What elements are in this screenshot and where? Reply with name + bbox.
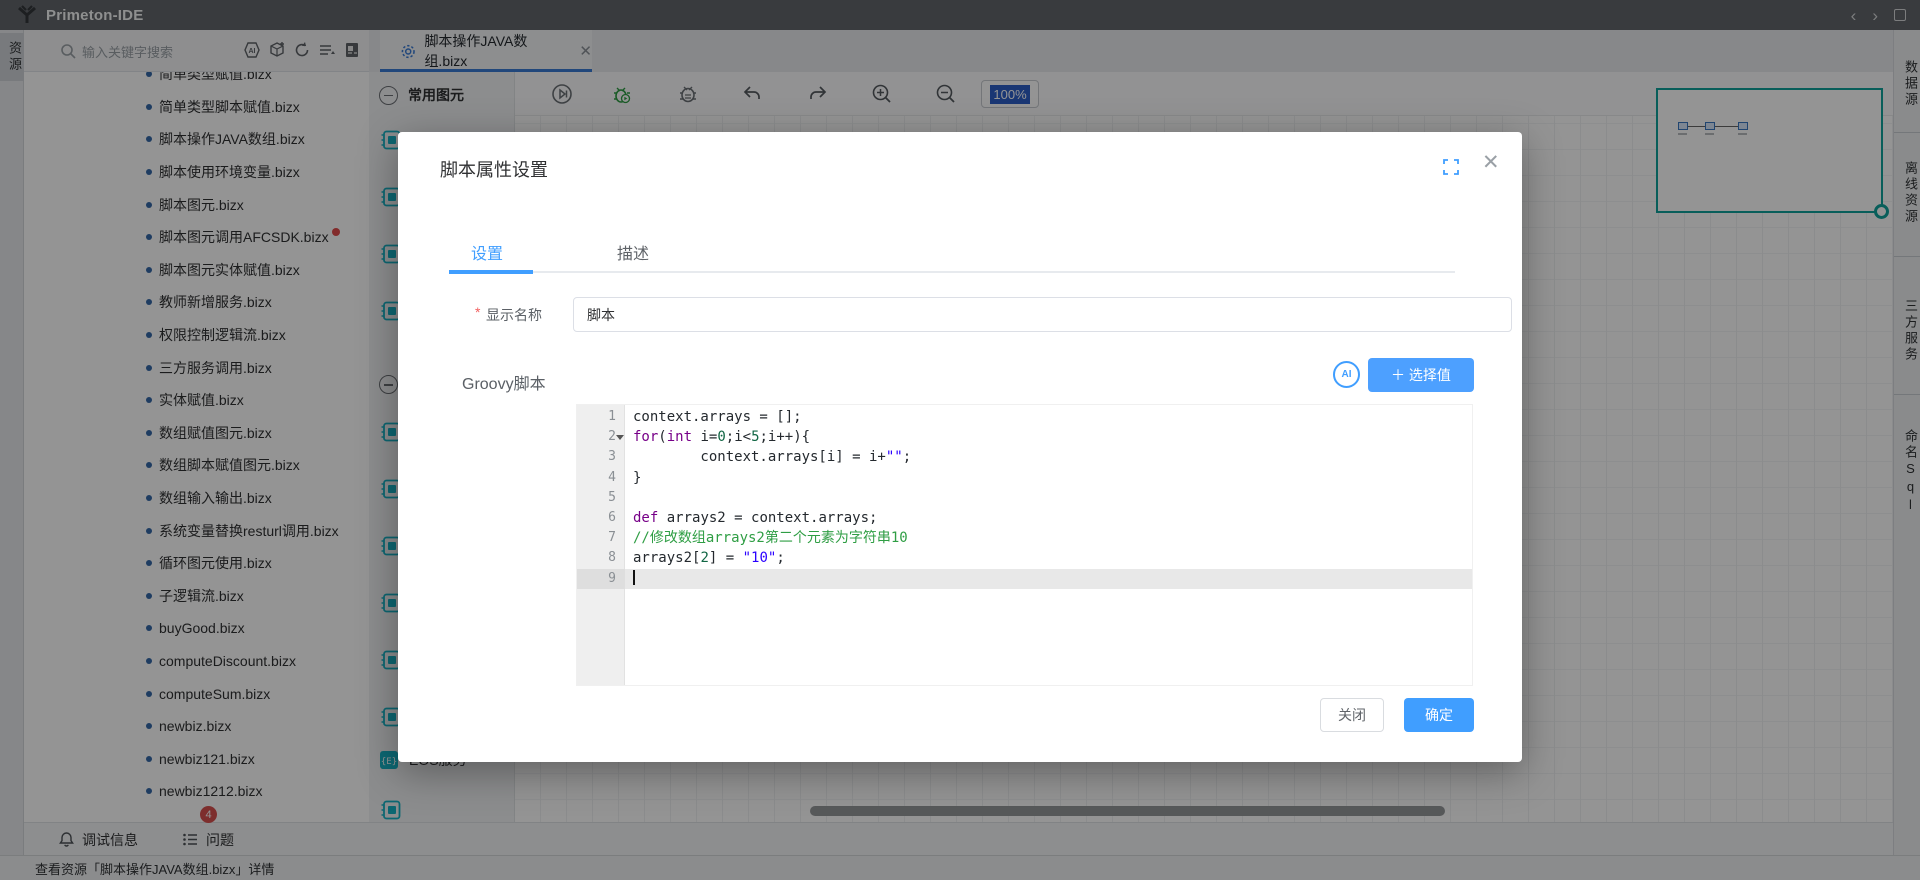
code-token: ] =: [708, 550, 743, 567]
code-token: ;i++){: [759, 429, 811, 446]
fold-arrow-icon[interactable]: [616, 435, 624, 441]
display-name-value: 脚本: [587, 306, 615, 323]
code-token: 5: [751, 429, 760, 446]
active-tabline: [449, 270, 533, 274]
code-line[interactable]: for(int i=0;i<5;i++){: [625, 427, 1472, 447]
tabline: [449, 271, 1455, 273]
code-line[interactable]: arrays2[2] = "10";: [625, 548, 1472, 568]
line-number: 9: [577, 568, 625, 589]
select-value-button[interactable]: ＋ 选择值: [1368, 358, 1474, 392]
display-name-label: 显示名称: [486, 307, 542, 323]
code-token: 2: [700, 550, 709, 567]
text-cursor: [633, 569, 635, 585]
code-token: int: [666, 429, 693, 446]
script-properties-dialog: 脚本属性设置 ✕ 设置 描述 * 显示名称 脚本 Groovy脚本 AI ＋ 选…: [398, 132, 1522, 762]
editor-gutter: 1 2 3 4 5 6 7 8 9: [577, 405, 625, 685]
line-number: 2: [577, 427, 625, 447]
fullscreen-icon[interactable]: [1442, 158, 1460, 176]
line-number: 6: [608, 510, 616, 525]
dialog-title: 脚本属性设置: [440, 160, 548, 180]
ai-helper-icon[interactable]: AI: [1333, 361, 1360, 388]
dialog-tab-description[interactable]: 描述: [617, 240, 649, 264]
code-token: (: [658, 429, 667, 446]
code-token: arrays2[: [633, 550, 701, 567]
code-line[interactable]: //修改数组arrays2第二个元素为字符串10: [625, 528, 1472, 548]
code-token: context.arrays[i] = i+: [633, 449, 886, 466]
line-number: 1: [608, 409, 616, 424]
code-token: //修改数组arrays2第二个元素为字符串10: [633, 530, 908, 547]
dialog-tab-settings[interactable]: 设置: [471, 240, 503, 264]
code-line[interactable]: [625, 568, 1472, 589]
code-token: 0: [717, 429, 726, 446]
code-line[interactable]: }: [625, 468, 1472, 488]
line-number: 8: [608, 550, 616, 566]
required-asterisk: *: [475, 304, 481, 320]
code-token: i=: [692, 429, 718, 446]
close-button[interactable]: 关闭: [1320, 698, 1384, 732]
code-token: }: [633, 469, 642, 486]
line-number: 4: [608, 469, 616, 485]
code-token: ;: [776, 550, 785, 567]
app-window: Primeton-IDE ‹ › 资源 输入关键字搜索 AI 简单类型赋值.bi…: [0, 0, 1920, 880]
ok-button[interactable]: 确定: [1404, 698, 1474, 732]
code-token: ;i<: [725, 429, 752, 446]
groovy-script-label: Groovy脚本: [462, 376, 546, 393]
line-number: 5: [608, 489, 616, 505]
code-line[interactable]: context.arrays[i] = i+"";: [625, 447, 1472, 467]
close-dialog-icon[interactable]: ✕: [1482, 152, 1500, 173]
code-token: ;: [902, 449, 912, 466]
display-name-input[interactable]: 脚本: [573, 297, 1512, 332]
code-token: for: [633, 429, 659, 446]
code-token: context.arrays = [];: [633, 409, 802, 425]
line-number: 7: [608, 530, 616, 546]
code-token: "10": [742, 550, 777, 567]
line-number: 3: [608, 449, 616, 465]
code-token: "": [885, 449, 903, 466]
groovy-code-editor[interactable]: 1 2 3 4 5 6 7 8 9 context.arrays = []; for(int i=…: [576, 404, 1473, 686]
code-line[interactable]: context.arrays = [];: [625, 407, 1472, 427]
code-line[interactable]: def arrays2 = context.arrays;: [625, 508, 1472, 528]
code-token: arrays2 = context.arrays;: [658, 510, 878, 526]
code-line[interactable]: [625, 488, 1472, 508]
code-token: def: [633, 510, 659, 526]
